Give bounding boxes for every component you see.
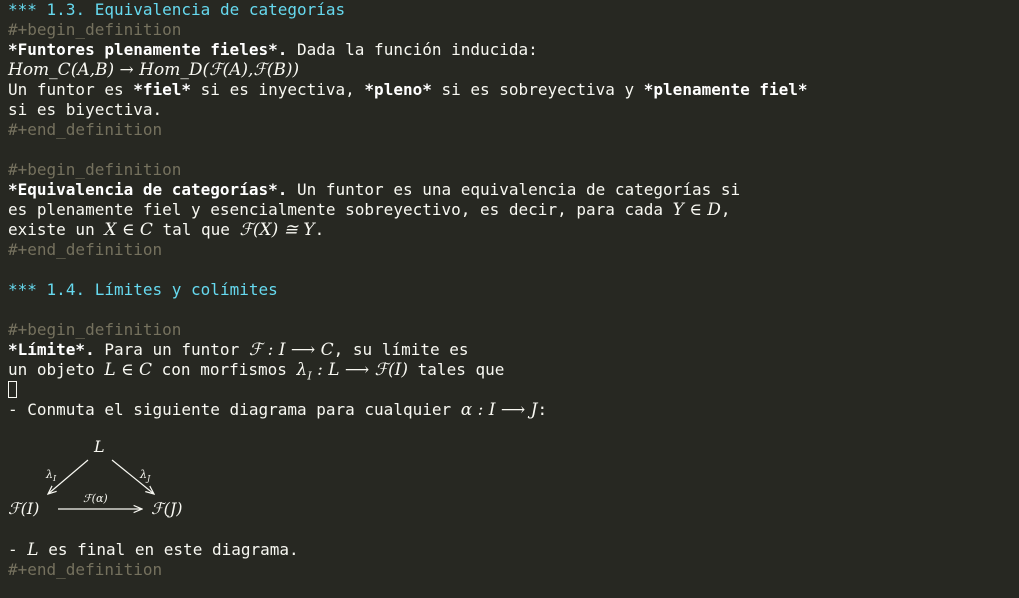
- diagram-label-left: λI: [45, 468, 57, 483]
- math-inline: ℱ(X) ≅ Y: [239, 220, 315, 240]
- definition-text: tales que: [408, 360, 505, 379]
- definition-text: Un funtor es una equivalencia de categor…: [287, 180, 741, 199]
- begin-definition-line: #+begin_definition: [8, 320, 182, 339]
- definition-text: existe un: [8, 220, 105, 239]
- definition-line: es plenamente fiel y esencialmente sobre…: [8, 200, 1019, 220]
- definition-line: existe un X ∈ C tal que ℱ(X) ≅ Y.: [8, 220, 1019, 240]
- editor-buffer[interactable]: *** 1.3. Equivalencia de categorías #+be…: [0, 0, 1019, 598]
- diagram-object-left: ℱ(I): [8, 499, 39, 518]
- definition-title: *Límite*.: [8, 340, 95, 359]
- cursor-line[interactable]: [8, 380, 1019, 400]
- definition-text: si es inyectiva,: [191, 80, 365, 99]
- definition-text: si es sobreyectiva y: [431, 80, 644, 99]
- definition-line: *Límite*. Para un funtor ℱ : I ⟶ C, su l…: [8, 340, 1019, 360]
- definition-title: *Funtores plenamente fieles*.: [8, 40, 288, 59]
- definition-text: :: [537, 400, 548, 419]
- diagram-label-right: λJ: [139, 468, 151, 483]
- math-formula-line: Hom_C(A,B) → Hom_D(ℱ(A),ℱ(B)): [8, 60, 1019, 80]
- definition-text: es final en este diagrama.: [38, 540, 299, 559]
- math-inline: L: [27, 540, 39, 560]
- list-item: - Conmuta el siguiente diagrama para cua…: [8, 400, 1019, 420]
- text-cursor: [8, 381, 17, 398]
- section-heading-1-4[interactable]: *** 1.4. Límites y colímites: [8, 280, 1019, 300]
- math-inline: ℱ : I ⟶ C: [248, 340, 334, 360]
- definition-text: - Conmuta el siguiente diagrama para cua…: [8, 400, 461, 419]
- end-definition-line: #+end_definition: [8, 560, 163, 579]
- diagram-label-bottom: ℱ(α): [83, 492, 108, 505]
- heading-title: 1.4. Límites y colímites: [46, 280, 278, 299]
- hom-formula: Hom_C(A,B) → Hom_D(ℱ(A),ℱ(B)): [8, 60, 300, 80]
- math-inline: X ∈ C: [104, 220, 153, 240]
- diagram-svg: L λI λJ ℱ(I) ℱ(J) ℱ(α): [8, 437, 182, 518]
- diagram-object-top: L: [93, 437, 105, 456]
- definition-text: es plenamente fiel y esencialmente sobre…: [8, 200, 673, 219]
- end-definition-line: #+end_definition: [8, 120, 163, 139]
- bold-term-fiel: *fiel*: [133, 80, 192, 99]
- definition-line: un objeto L ∈ C con morfismos λI : L ⟶ ℱ…: [8, 360, 1019, 382]
- math-inline: λI : L ⟶ ℱ(I): [296, 360, 409, 382]
- heading-stars: ***: [8, 280, 37, 299]
- definition-text: Para un funtor: [94, 340, 249, 359]
- definition-line: Un funtor es *fiel* si es inyectiva, *pl…: [8, 80, 1019, 100]
- math-rest: : L ⟶ ℱ(I): [311, 360, 409, 380]
- begin-definition-line: #+begin_definition: [8, 20, 182, 39]
- heading-title: 1.3. Equivalencia de categorías: [46, 0, 346, 19]
- definition-title: *Equivalencia de categorías*.: [8, 180, 288, 199]
- heading-stars: ***: [8, 0, 37, 19]
- definition-line: si es biyectiva.: [8, 100, 163, 119]
- definition-text: Dada la función inducida:: [287, 40, 538, 59]
- end-definition-line: #+end_definition: [8, 240, 163, 259]
- definition-text: tal que: [152, 220, 240, 239]
- bold-term-plenamente-fiel: *plenamente fiel*: [643, 80, 808, 99]
- math-inline: Y ∈ D: [672, 200, 721, 220]
- commutative-diagram: L λI λJ ℱ(I) ℱ(J) ℱ(α): [8, 420, 1019, 540]
- diagram-object-right: ℱ(J): [151, 499, 182, 518]
- definition-text: ,: [720, 200, 731, 219]
- definition-line: *Equivalencia de categorías*. Un funtor …: [8, 180, 1019, 200]
- definition-text: -: [8, 540, 28, 559]
- definition-text: Un funtor es: [8, 80, 134, 99]
- definition-text: con morfismos: [152, 360, 297, 379]
- definition-text: , su límite es: [333, 340, 469, 359]
- definition-text: .: [314, 220, 325, 239]
- bold-term-pleno: *pleno*: [364, 80, 432, 99]
- definition-text: un objeto: [8, 360, 105, 379]
- definition-line: *Funtores plenamente fieles*. Dada la fu…: [8, 40, 1019, 60]
- math-inline: L ∈ C: [104, 360, 153, 380]
- math-inline: α : I ⟶ J: [460, 400, 538, 420]
- math-lambda: λ: [296, 360, 308, 380]
- begin-definition-line: #+begin_definition: [8, 160, 182, 179]
- section-heading-1-3[interactable]: *** 1.3. Equivalencia de categorías: [8, 0, 1019, 20]
- list-item: - L es final en este diagrama.: [8, 540, 1019, 560]
